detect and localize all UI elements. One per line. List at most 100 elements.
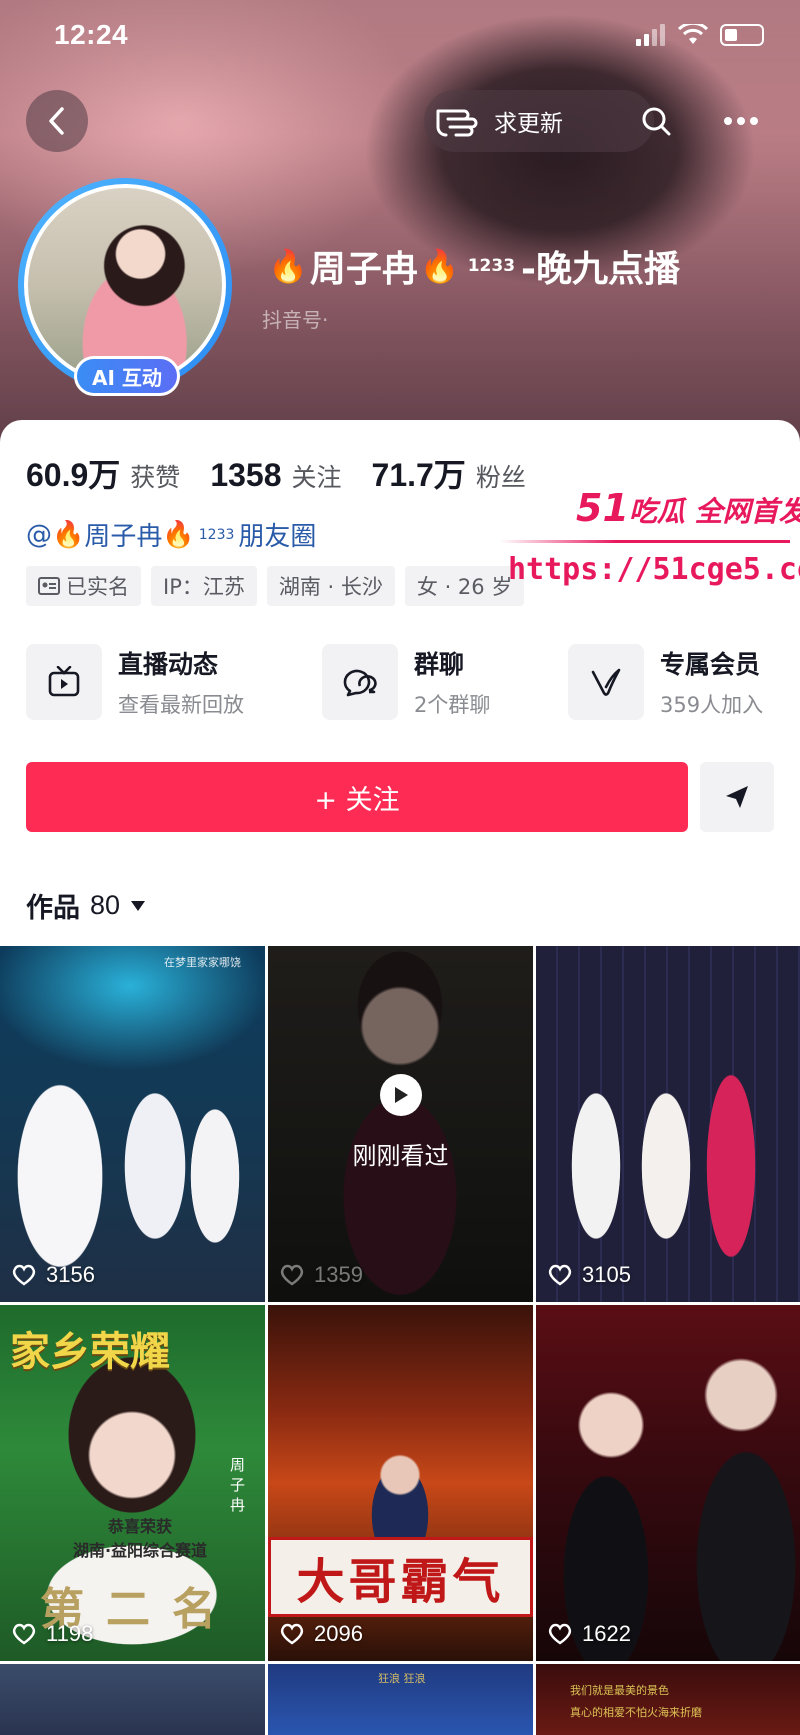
more-icon <box>724 117 758 125</box>
video-likes: 1622 <box>548 1621 631 1647</box>
video-likes: 3105 <box>548 1262 631 1288</box>
caret-down-icon <box>131 900 146 911</box>
video-likes: 2096 <box>280 1621 363 1647</box>
feature-icon-box <box>568 644 644 720</box>
heart-icon <box>548 1623 572 1645</box>
works-tab[interactable]: 作品 80 <box>26 886 146 925</box>
tag-location: 湖南 · 长沙 <box>266 566 395 606</box>
profile-name-sup: 1233 <box>467 256 516 276</box>
works-label: 作品 <box>26 893 80 924</box>
feature-subtitle: 2个群聊 <box>414 693 491 717</box>
heart-icon <box>548 1264 572 1286</box>
heart-icon <box>280 1264 304 1286</box>
profile-tags: 已实名 IP：江苏 湖南 · 长沙 女 · 26 岁 <box>26 566 525 606</box>
wifi-icon <box>678 24 708 44</box>
likes-count: 60.9万 <box>26 457 121 493</box>
send-icon <box>726 786 748 808</box>
video-side-text: 周子冉 <box>230 1456 246 1514</box>
feature-group-chat[interactable]: 群聊 2个群聊 <box>322 642 490 722</box>
video-likes: 1359 <box>280 1262 363 1288</box>
likes-label: 获赞 <box>130 463 181 492</box>
more-button[interactable] <box>716 90 766 152</box>
circle-name: 周子冉 <box>84 522 163 552</box>
recently-watched-label: 刚刚看过 <box>352 1142 449 1170</box>
watermark-line <box>500 540 790 543</box>
back-button[interactable] <box>26 90 88 152</box>
ai-interaction-badge[interactable]: AI 互动 <box>74 356 180 396</box>
avatar[interactable]: AI 互动 <box>18 178 232 396</box>
feature-live-updates[interactable]: 直播动态 查看最新回放 <box>26 642 244 722</box>
video-likes-count: 1198 <box>46 1621 94 1646</box>
feature-icon-box <box>26 644 102 720</box>
tag-verified: 已实名 <box>26 566 141 606</box>
watermark-brand-num: 51 <box>576 486 629 530</box>
video-likes: 3156 <box>12 1262 95 1288</box>
share-button[interactable] <box>700 762 774 832</box>
video-caption: 狂浪 狂浪 <box>378 1672 426 1685</box>
video-caption: 在梦里家家哪饶 <box>164 956 241 969</box>
tv-icon <box>48 666 80 697</box>
feature-subtitle: 359人加入 <box>660 693 764 717</box>
request-update-label: 求更新 <box>494 111 563 137</box>
id-card-icon <box>38 577 60 595</box>
flame-icon: 🔥 <box>162 519 195 550</box>
video-tile[interactable]: 大哥霸气 2096 <box>268 1305 533 1661</box>
feature-membership[interactable]: 专属会员 359人加入 <box>568 642 763 722</box>
flame-icon: 🔥 <box>419 247 460 285</box>
video-likes-count: 2096 <box>314 1621 363 1646</box>
follow-button[interactable]: + 关注 <box>26 762 688 832</box>
profile-name-suffix: -晚九点播 <box>521 249 680 290</box>
status-time: 12:24 <box>54 19 129 50</box>
video-likes-count: 3105 <box>582 1262 631 1287</box>
video-tile[interactable]: 狂浪 狂浪 <box>268 1664 533 1735</box>
works-count: 80 <box>90 890 121 920</box>
video-tile[interactable]: 我们就是最美的景色 真心的相爱不怕火海来折磨 <box>536 1664 800 1735</box>
battery-icon <box>720 24 764 46</box>
pointing-hand-icon <box>436 109 478 137</box>
circle-suffix: 朋友圈 <box>238 522 317 552</box>
video-tile[interactable]: 3105 <box>536 946 800 1302</box>
video-caption: 我们就是最美的景色 真心的相爱不怕火海来折磨 <box>570 1684 702 1719</box>
video-tile[interactable] <box>0 1664 265 1735</box>
heart-icon <box>12 1623 36 1645</box>
profile-name-main: 周子冉 <box>309 249 418 290</box>
status-bar: 12:24 <box>0 0 800 70</box>
following-label: 关注 <box>291 463 342 492</box>
feature-title: 群聊 <box>414 650 465 679</box>
feature-text: 群聊 2个群聊 <box>414 645 490 719</box>
chat-icon <box>343 669 377 697</box>
play-icon <box>395 1087 408 1103</box>
watermark: 51吃瓜 全网首发 https://51cge5.com <box>498 486 800 606</box>
top-nav: 求更新 <box>0 90 800 154</box>
circle-sup: 1233 <box>198 526 235 543</box>
video-likes-count: 1359 <box>314 1262 363 1287</box>
video-likes: 1198 <box>12 1621 93 1647</box>
stat-likes[interactable]: 60.9万 获赞 <box>26 450 180 496</box>
search-button[interactable] <box>631 90 681 152</box>
search-icon <box>642 107 671 136</box>
stats-row: 60.9万 获赞 1358 关注 71.7万 粉丝 <box>26 450 526 496</box>
feature-text: 直播动态 查看最新回放 <box>118 645 244 719</box>
video-tile[interactable]: 1622 <box>536 1305 800 1661</box>
flame-icon: 🔥 <box>268 247 308 285</box>
signal-icon <box>636 24 665 46</box>
friend-circle-link[interactable]: @ 🔥 周子冉 🔥 1233 朋友圈 <box>26 516 316 553</box>
heart-icon <box>280 1623 304 1645</box>
video-likes-count: 1622 <box>582 1621 631 1646</box>
video-tile[interactable]: 在梦里家家哪饶 3156 <box>0 946 265 1302</box>
status-icons <box>636 24 764 46</box>
following-count: 1358 <box>210 457 282 493</box>
feature-text: 专属会员 359人加入 <box>660 645 763 719</box>
video-tile[interactable]: 家乡荣耀 周子冉 恭喜荣获 湖南·益阳综合赛道 第二名 1198 <box>0 1305 265 1661</box>
video-title-overlay: 家乡荣耀 <box>10 1329 170 1375</box>
v-icon <box>591 668 621 696</box>
feature-row: 直播动态 查看最新回放 群聊 2个群聊 专属会员 359人加入 <box>26 642 800 722</box>
video-likes-count: 3156 <box>46 1262 95 1287</box>
video-banner-text: 大哥霸气 <box>268 1537 533 1617</box>
feature-title: 专属会员 <box>660 650 761 679</box>
play-button[interactable] <box>380 1074 422 1116</box>
stat-following[interactable]: 1358 关注 <box>210 457 341 494</box>
request-update-button[interactable]: 求更新 <box>424 90 654 152</box>
video-tile[interactable]: 刚刚看过 1359 <box>268 946 533 1302</box>
douyin-id[interactable]: 抖音号· <box>262 304 328 333</box>
